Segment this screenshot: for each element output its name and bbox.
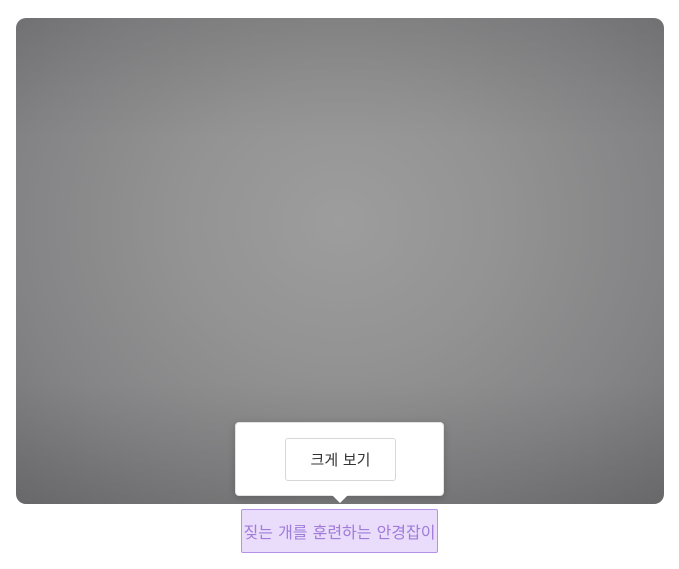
view-large-button[interactable]: 크게 보기 (285, 438, 396, 481)
popover-arrow (332, 495, 348, 503)
image-viewer: 크게 보기 짖는 개를 훈련하는 안경잡이 (0, 0, 679, 569)
image-popover: 크게 보기 (235, 422, 444, 496)
image-caption: 짖는 개를 훈련하는 안경잡이 (241, 509, 438, 553)
